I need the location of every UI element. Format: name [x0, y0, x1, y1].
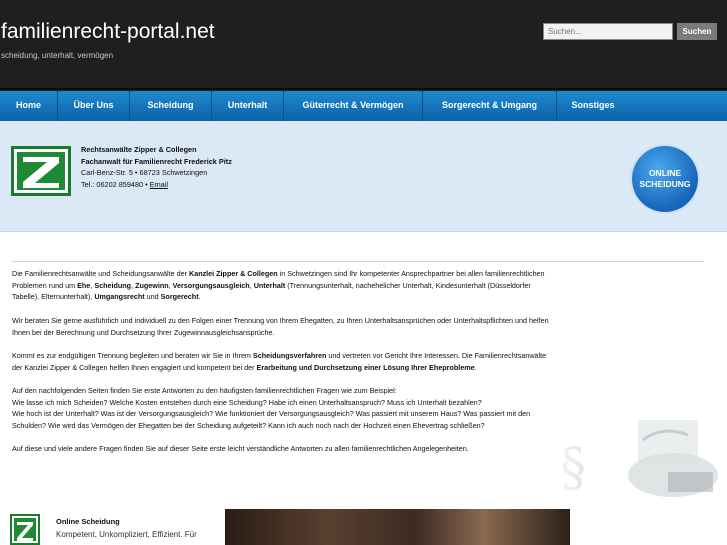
- nav-item-sonstiges[interactable]: Sonstiges: [557, 91, 629, 121]
- search-input[interactable]: [543, 23, 673, 40]
- online-scheidung-logo[interactable]: [10, 514, 40, 545]
- email-link[interactable]: Email: [150, 180, 168, 189]
- firm-phone-row: Tel.: 06202 859480 • Email: [81, 179, 232, 191]
- header-divider: [0, 88, 727, 90]
- firm-name: Rechtsanwälte Zipper & Collegen: [81, 145, 197, 154]
- firm-address: Carl-Benz-Str. 5 • 68723 Schwetzingen: [81, 168, 208, 177]
- paragraph-books-illustration: §: [548, 390, 718, 510]
- firm-contact: Rechtsanwälte Zipper & Collegen Fachanwa…: [81, 144, 232, 190]
- nav-item-ueber-uns[interactable]: Über Uns: [58, 91, 130, 121]
- site-header: familienrecht-portal.net scheidung, unte…: [0, 0, 727, 92]
- online-scheidung-teaser: Kompetent, Unkompliziert, Effizient. Für: [56, 530, 197, 539]
- badge-line-1: ONLINE: [648, 168, 682, 178]
- firm-logo[interactable]: [11, 146, 71, 196]
- main-content: Die Familienrechtsanwälte und Scheidungs…: [12, 268, 552, 467]
- nav-item-scheidung[interactable]: Scheidung: [130, 91, 212, 121]
- advice-paragraph: Wir beraten Sie gerne ausführlich und in…: [12, 315, 549, 337]
- content-divider: [12, 261, 704, 262]
- nav-item-sorgerecht-umgang[interactable]: Sorgerecht & Umgang: [423, 91, 557, 121]
- courtroom-photo: [225, 509, 570, 545]
- site-tagline: scheidung, unterhalt, vermögen: [1, 51, 114, 60]
- intro-paragraph: Die Familienrechtsanwälte und Scheidungs…: [12, 269, 545, 302]
- nav-item-home[interactable]: Home: [0, 91, 58, 121]
- firm-specialist: Fachanwalt für Familienrecht Frederick P…: [81, 156, 232, 166]
- nav-item-unterhalt[interactable]: Unterhalt: [212, 91, 284, 121]
- proceedings-paragraph: Kommt es zur endgültigen Trennung beglei…: [12, 350, 547, 372]
- firm-phone: Tel.: 06202 859480 •: [81, 179, 148, 189]
- closing-paragraph: Auf diese und viele andere Fragen finden…: [12, 444, 469, 454]
- online-scheidung-title[interactable]: Online Scheidung: [56, 517, 120, 526]
- badge-line-2: SCHEIDUNG: [639, 179, 691, 189]
- main-navigation: Home Über Uns Scheidung Unterhalt Güterr…: [0, 91, 727, 121]
- nav-item-gueterrecht-vermoegen[interactable]: Güterrecht & Vermögen: [284, 91, 423, 121]
- faq-paragraph: Auf den nachfolgenden Seiten finden Sie …: [12, 385, 531, 431]
- online-scheidung-badge[interactable]: ONLINE SCHEIDUNG: [632, 146, 698, 212]
- search-button[interactable]: Suchen: [677, 23, 717, 40]
- site-title[interactable]: familienrecht-portal.net: [1, 20, 215, 44]
